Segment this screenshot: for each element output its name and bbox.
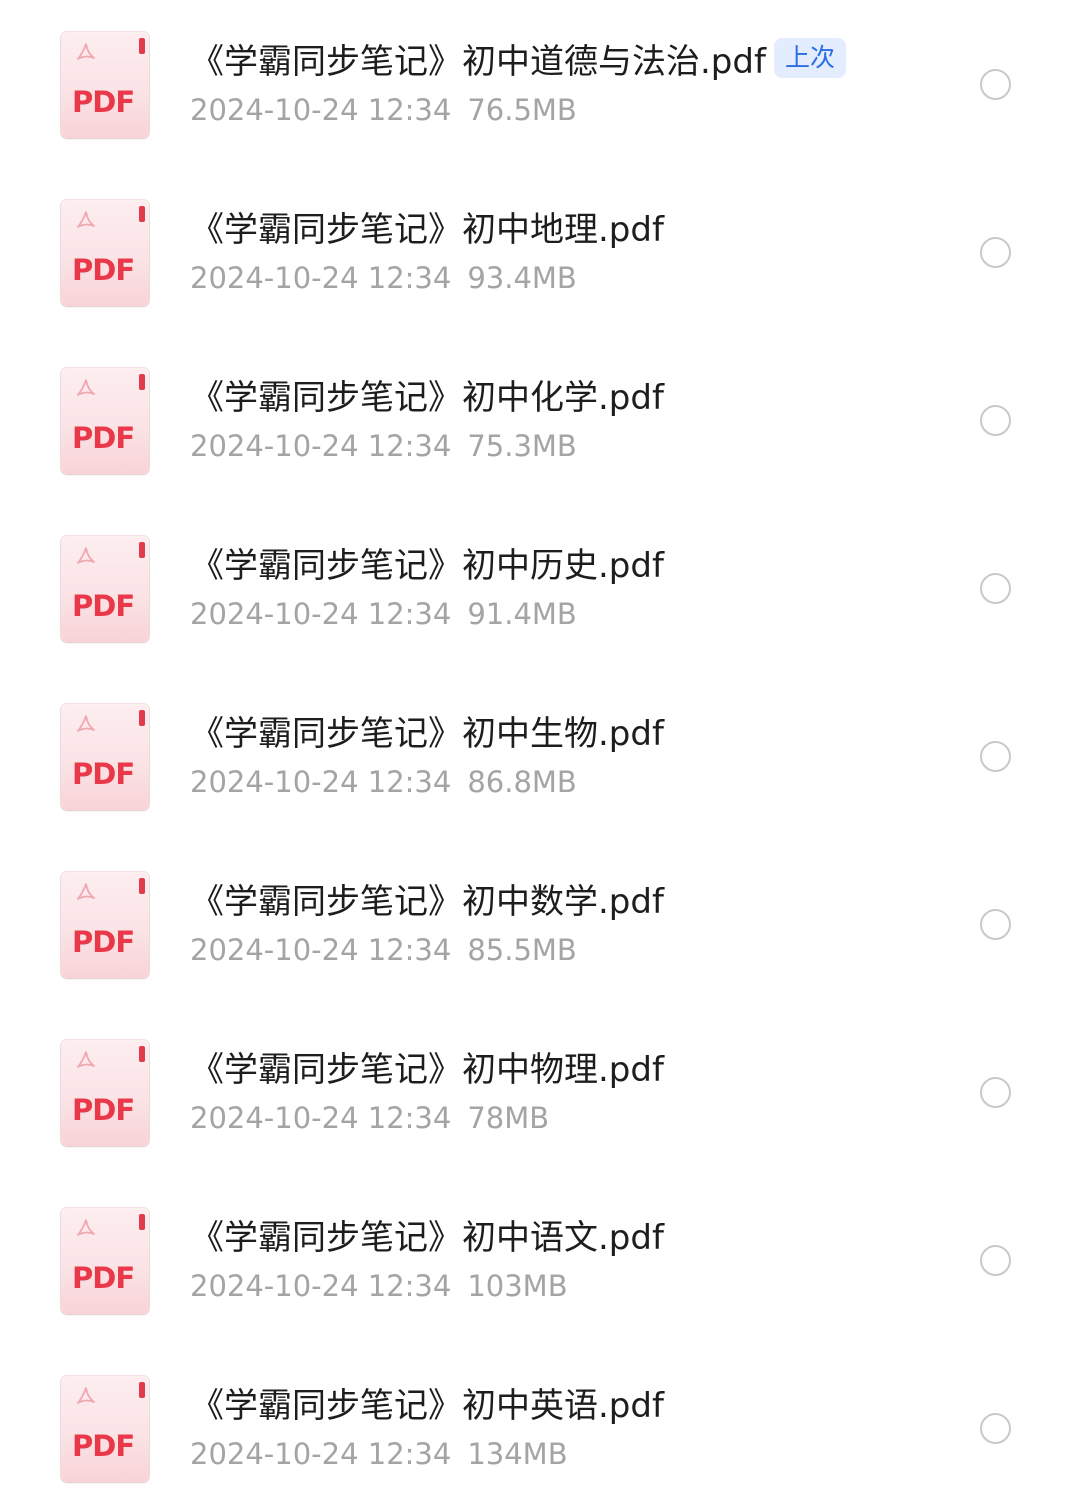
pdf-file-icon: PDF xyxy=(61,1376,149,1482)
file-meta: 2024-10-24 12:34 93.4MB xyxy=(190,264,577,293)
file-row[interactable]: PDF 《学霸同步笔记》初中数学.pdf 2024-10-24 12:34 85.… xyxy=(0,840,1080,1008)
corner-flag xyxy=(139,542,145,558)
file-row[interactable]: PDF 《学霸同步笔记》初中生物.pdf 2024-10-24 12:34 86.… xyxy=(0,672,1080,840)
file-date: 2024-10-24 12:34 xyxy=(190,429,452,463)
acrobat-icon xyxy=(77,883,95,900)
file-meta: 2024-10-24 12:34 103MB xyxy=(190,1272,568,1301)
file-meta: 2024-10-24 12:34 91.4MB xyxy=(190,600,577,629)
pdf-label: PDF xyxy=(72,925,135,959)
file-row[interactable]: PDF 《学霸同步笔记》初中地理.pdf 2024-10-24 12:34 93.… xyxy=(0,168,1080,336)
file-size: 103MB xyxy=(467,1269,568,1303)
acrobat-icon xyxy=(77,211,95,228)
select-checkbox[interactable] xyxy=(980,237,1011,268)
select-checkbox[interactable] xyxy=(980,405,1011,436)
file-name: 《学霸同步笔记》初中英语.pdf xyxy=(190,1386,664,1426)
pdf-file-icon: PDF xyxy=(61,872,149,978)
acrobat-icon xyxy=(77,43,95,60)
file-size: 93.4MB xyxy=(467,261,577,295)
file-size: 75.3MB xyxy=(467,429,577,463)
corner-flag xyxy=(139,1214,145,1230)
pdf-file-icon: PDF xyxy=(61,536,149,642)
file-date: 2024-10-24 12:34 xyxy=(190,1101,452,1135)
acrobat-icon xyxy=(77,1051,95,1068)
pdf-label: PDF xyxy=(72,253,135,287)
pdf-file-icon: PDF xyxy=(61,1208,149,1314)
corner-flag xyxy=(139,1046,145,1062)
corner-flag xyxy=(139,206,145,222)
file-name: 《学霸同步笔记》初中道德与法治.pdf xyxy=(190,42,766,82)
acrobat-icon xyxy=(77,715,95,732)
file-row[interactable]: PDF 《学霸同步笔记》初中语文.pdf 2024-10-24 12:34 103… xyxy=(0,1176,1080,1344)
pdf-file-icon: PDF xyxy=(61,368,149,474)
file-name: 《学霸同步笔记》初中数学.pdf xyxy=(190,882,664,922)
file-name: 《学霸同步笔记》初中生物.pdf xyxy=(190,714,664,754)
select-checkbox[interactable] xyxy=(980,1077,1011,1108)
corner-flag xyxy=(139,710,145,726)
corner-flag xyxy=(139,878,145,894)
pdf-label: PDF xyxy=(72,421,135,455)
file-size: 91.4MB xyxy=(467,597,577,631)
file-row[interactable]: PDF 《学霸同步笔记》初中英语.pdf 2024-10-24 12:34 134… xyxy=(0,1344,1080,1512)
select-checkbox[interactable] xyxy=(980,909,1011,940)
file-meta: 2024-10-24 12:34 76.5MB xyxy=(190,96,577,125)
acrobat-icon xyxy=(77,1219,95,1236)
corner-flag xyxy=(139,38,145,54)
pdf-file-icon: PDF xyxy=(61,32,149,138)
pdf-label: PDF xyxy=(72,1093,135,1127)
corner-flag xyxy=(139,1382,145,1398)
file-meta: 2024-10-24 12:34 85.5MB xyxy=(190,936,577,965)
file-name: 《学霸同步笔记》初中地理.pdf xyxy=(190,210,664,250)
file-name: 《学霸同步笔记》初中语文.pdf xyxy=(190,1218,664,1258)
pdf-label: PDF xyxy=(72,589,135,623)
select-checkbox[interactable] xyxy=(980,1413,1011,1444)
file-name: 《学霸同步笔记》初中化学.pdf xyxy=(190,378,664,418)
pdf-label: PDF xyxy=(72,1261,135,1295)
acrobat-icon xyxy=(77,547,95,564)
file-meta: 2024-10-24 12:34 86.8MB xyxy=(190,768,577,797)
file-date: 2024-10-24 12:34 xyxy=(190,597,452,631)
acrobat-icon xyxy=(77,1387,95,1404)
pdf-file-icon: PDF xyxy=(61,1040,149,1146)
file-date: 2024-10-24 12:34 xyxy=(190,765,452,799)
file-size: 76.5MB xyxy=(467,93,577,127)
file-size: 86.8MB xyxy=(467,765,577,799)
file-date: 2024-10-24 12:34 xyxy=(190,261,452,295)
pdf-label: PDF xyxy=(72,1429,135,1463)
pdf-file-icon: PDF xyxy=(61,704,149,810)
file-meta: 2024-10-24 12:34 134MB xyxy=(190,1440,568,1469)
pdf-file-icon: PDF xyxy=(61,200,149,306)
select-checkbox[interactable] xyxy=(980,1245,1011,1276)
select-checkbox[interactable] xyxy=(980,573,1011,604)
last-opened-badge: 上次 xyxy=(774,38,846,78)
file-size: 134MB xyxy=(467,1437,568,1471)
file-date: 2024-10-24 12:34 xyxy=(190,933,452,967)
select-checkbox[interactable] xyxy=(980,741,1011,772)
file-meta: 2024-10-24 12:34 75.3MB xyxy=(190,432,577,461)
file-size: 85.5MB xyxy=(467,933,577,967)
file-date: 2024-10-24 12:34 xyxy=(190,1437,452,1471)
select-checkbox[interactable] xyxy=(980,69,1011,100)
file-name: 《学霸同步笔记》初中历史.pdf xyxy=(190,546,664,586)
file-meta: 2024-10-24 12:34 78MB xyxy=(190,1104,549,1133)
file-row[interactable]: PDF 《学霸同步笔记》初中历史.pdf 2024-10-24 12:34 91.… xyxy=(0,504,1080,672)
pdf-label: PDF xyxy=(72,85,135,119)
pdf-label: PDF xyxy=(72,757,135,791)
file-date: 2024-10-24 12:34 xyxy=(190,93,452,127)
file-size: 78MB xyxy=(467,1101,550,1135)
corner-flag xyxy=(139,374,145,390)
file-date: 2024-10-24 12:34 xyxy=(190,1269,452,1303)
file-row[interactable]: PDF 《学霸同步笔记》初中道德与法治.pdf 上次 2024-10-24 12… xyxy=(0,0,1080,168)
acrobat-icon xyxy=(77,379,95,396)
file-row[interactable]: PDF 《学霸同步笔记》初中化学.pdf 2024-10-24 12:34 75.… xyxy=(0,336,1080,504)
file-name: 《学霸同步笔记》初中物理.pdf xyxy=(190,1050,664,1090)
file-row[interactable]: PDF 《学霸同步笔记》初中物理.pdf 2024-10-24 12:34 78M… xyxy=(0,1008,1080,1176)
